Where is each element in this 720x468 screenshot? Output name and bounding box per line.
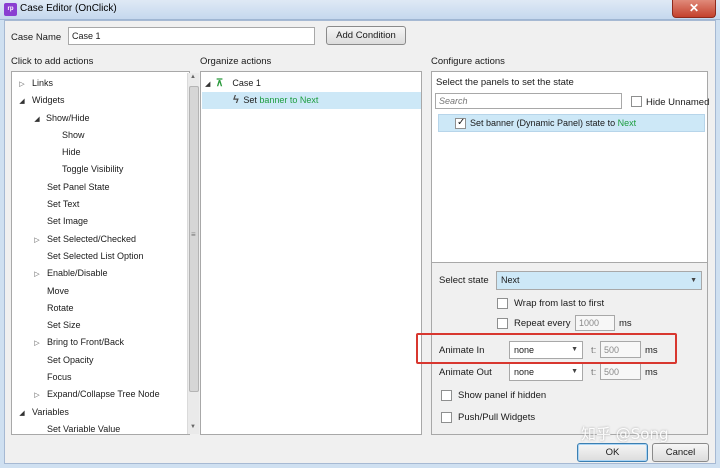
add-condition-button[interactable]: Add Condition [326,26,406,45]
panel-list-item[interactable]: Set banner (Dynamic Panel) state to Next [438,114,705,132]
expand-arrow-icon[interactable]: ▷ [31,387,43,404]
collapse-arrow-icon[interactable]: ◢ [31,111,43,128]
tree-item-show-hide[interactable]: ◢ Show/Hide [16,110,186,127]
collapse-arrow-icon[interactable]: ◢ [205,81,210,88]
panel-checkbox[interactable] [455,117,466,129]
search-input[interactable] [435,93,622,109]
wrap-checkbox[interactable] [497,298,508,309]
animate-out-t-label: t: [591,367,597,378]
panel-selector: Select the panels to set the state Hide … [431,71,710,263]
repeat-checkbox[interactable] [497,318,508,329]
case-flow-icon: ⊼ [215,78,224,89]
ok-button[interactable]: OK [577,443,648,462]
tree-item-variables[interactable]: ◢ Variables [16,404,186,421]
vertical-scrollbar[interactable]: ▲ ≡ ▼ [187,73,199,434]
tree-item-links[interactable]: ▷ Links [16,75,186,92]
animate-out-duration-input[interactable] [600,363,641,380]
tree-item-set-variable-value[interactable]: Set Variable Value [16,421,186,438]
cancel-button[interactable]: Cancel [652,443,709,462]
tree-item-move[interactable]: Move [16,283,186,300]
action-row-selected[interactable]: ϟ Set banner to Next [202,92,421,109]
left-heading: Click to add actions [11,56,94,67]
chevron-down-icon[interactable]: ▼ [690,272,697,289]
expand-arrow-icon[interactable]: ▷ [31,335,43,352]
case-name-input[interactable] [68,27,315,45]
middle-heading: Organize actions [200,56,272,67]
scrollbar-thumb[interactable]: ≡ [189,86,199,392]
watermark: 知乎 @Song [581,425,669,443]
close-button[interactable]: ✕ [672,0,716,18]
case-node[interactable]: ◢ ⊼ Case 1 [205,76,421,92]
tree-item-set-image[interactable]: Set Image [16,213,186,230]
grip-icon: ≡ [191,230,196,239]
tree-item-set-panel-state[interactable]: Set Panel State [16,179,186,196]
highlight-annotation [416,333,677,364]
hide-unnamed-label: Hide Unnamed [646,97,710,108]
repeat-label: Repeat every [514,318,571,329]
tree-item-bring-to-front[interactable]: ▷ Bring to Front/Back [16,334,186,351]
right-heading: Configure actions [431,56,505,67]
animate-out-label: Animate Out [439,367,492,378]
tree-item-show[interactable]: Show [16,127,186,144]
organize-actions-tree: ◢ ⊼ Case 1 ϟ Set banner to Next [200,71,422,435]
collapse-arrow-icon[interactable]: ◢ [16,405,28,422]
lightning-icon: ϟ [233,94,239,106]
actions-tree-list: ▷ Links ◢ Widgets ◢ Show/Hide Show Hide Tog… [16,75,186,438]
animate-out-unit: ms [645,367,658,378]
actions-tree: ▷ Links ◢ Widgets ◢ Show/Hide Show Hide Tog… [11,71,199,438]
tree-item-focus[interactable]: Focus [16,369,186,386]
select-state-label: Select state [439,275,489,286]
expand-arrow-icon[interactable]: ▷ [31,266,43,283]
tree-item-rotate[interactable]: Rotate [16,300,186,317]
panel-item-text: Set banner (Dynamic Panel) state to Next [470,118,637,128]
chevron-down-icon[interactable]: ▼ [571,364,578,380]
tree-item-enable-disable[interactable]: ▷ Enable/Disable [16,265,186,282]
case-name-label: Case Name [11,32,62,43]
show-panel-checkbox[interactable] [441,390,452,401]
tree-item-hide[interactable]: Hide [16,144,186,161]
repeat-unit: ms [619,318,632,329]
tree-item-expand-collapse[interactable]: ▷ Expand/Collapse Tree Node [16,386,186,403]
animate-out-dropdown[interactable]: none ▼ [509,363,583,381]
push-pull-checkbox[interactable] [441,412,452,423]
tree-item-toggle-visibility[interactable]: Toggle Visibility [16,161,186,178]
scroll-down-icon[interactable]: ▼ [190,424,196,430]
push-pull-label: Push/Pull Widgets [458,412,536,423]
tree-item-set-opacity[interactable]: Set Opacity [16,352,186,369]
tree-item-set-size[interactable]: Set Size [16,317,186,334]
show-panel-label: Show panel if hidden [458,390,547,401]
tree-item-widgets[interactable]: ◢ Widgets [16,92,186,109]
collapse-arrow-icon[interactable]: ◢ [16,93,28,110]
hide-unnamed-checkbox[interactable] [631,96,642,107]
app-icon: rp [4,3,17,16]
expand-arrow-icon[interactable]: ▷ [16,76,28,93]
select-state-dropdown[interactable]: Next ▼ [496,271,702,290]
window-title: Case Editor (OnClick) [20,3,117,14]
repeat-interval-input[interactable] [575,315,615,331]
scroll-up-icon[interactable]: ▲ [190,74,196,80]
tree-item-set-text[interactable]: Set Text [16,196,186,213]
tree-item-set-selected-list-option[interactable]: Set Selected List Option [16,248,186,265]
panel-selector-title: Select the panels to set the state [436,77,574,88]
expand-arrow-icon[interactable]: ▷ [31,232,43,249]
tree-item-set-selected[interactable]: ▷ Set Selected/Checked [16,231,186,248]
wrap-label: Wrap from last to first [514,298,605,309]
